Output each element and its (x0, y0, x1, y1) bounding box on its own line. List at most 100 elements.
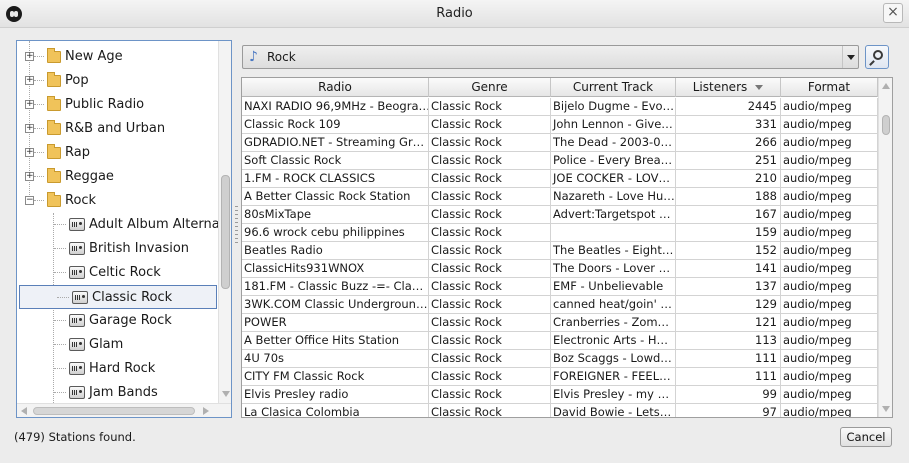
table-row[interactable]: A Better Classic Rock Station Classic Roc… (242, 188, 878, 206)
expander-icon[interactable]: + (25, 148, 34, 157)
scroll-up-arrow-icon[interactable] (882, 83, 890, 89)
expander-icon[interactable]: + (25, 124, 34, 133)
table-cell: 97 (676, 404, 781, 417)
cancel-button[interactable]: Cancel (840, 427, 892, 447)
tree-category[interactable]: + New Age (17, 45, 217, 69)
table-row[interactable]: 3WK.COM Classic Undergroun… Classic Rock c… (242, 296, 878, 314)
table-cell: 96.6 wrock cebu philippines (242, 224, 429, 241)
tree-category[interactable]: + Reggae (17, 165, 217, 189)
tree-scroll-thumb[interactable] (221, 175, 230, 289)
table-cell: 137 (676, 278, 781, 295)
table-cell: GDRADIO.NET - Streaming Gr… (242, 134, 429, 151)
scroll-down-arrow-icon[interactable] (222, 391, 230, 397)
table-row[interactable]: CITY FM Classic Rock Classic Rock FOREIGNE… (242, 368, 878, 386)
table-cell (551, 224, 676, 241)
pane-splitter[interactable] (235, 206, 238, 246)
tree-category[interactable]: + Rap (17, 141, 217, 165)
scroll-right-arrow-icon[interactable] (203, 407, 209, 415)
column-header[interactable]: Genre (429, 78, 551, 97)
genre-select[interactable]: ♪ Rock (242, 45, 859, 69)
column-header[interactable]: Current Track (551, 78, 676, 97)
tree-horizontal-scrollbar[interactable] (17, 403, 231, 417)
table-cell: 80sMixTape (242, 206, 429, 223)
table-row[interactable]: 1.FM - ROCK CLASSICS Classic Rock JOE COCK… (242, 170, 878, 188)
column-header[interactable]: Format (781, 78, 878, 97)
table-cell: Classic Rock (429, 368, 551, 385)
radio-station-icon (69, 338, 85, 351)
chevron-down-icon[interactable] (842, 46, 858, 68)
expander-icon[interactable]: + (25, 76, 34, 85)
table-cell: Classic Rock (429, 134, 551, 151)
table-cell: audio/mpeg (781, 296, 878, 313)
table-cell: Classic Rock (429, 278, 551, 295)
expander-icon[interactable]: + (25, 172, 34, 181)
tree-genre-item[interactable]: British Invasion (17, 237, 217, 261)
table-scroll-thumb[interactable] (882, 115, 890, 135)
tree-genre-label: Garage Rock (89, 313, 172, 328)
table-cell: audio/mpeg (781, 98, 878, 115)
table-cell: Classic Rock 109 (242, 116, 429, 133)
table-cell: Classic Rock (429, 98, 551, 115)
table-row[interactable]: NAXI RADIO 96,9MHz - Beogra… Classic Rock… (242, 98, 878, 116)
table-row[interactable]: 96.6 wrock cebu philippines Classic Rock 1… (242, 224, 878, 242)
table-row[interactable]: POWER Classic Rock Cranberries - Zom… 121 au… (242, 314, 878, 332)
stations-table[interactable]: Radio Genre Current Track Listeners Format N… (241, 77, 893, 418)
table-row[interactable]: A Better Office Hits Station Classic Rock… (242, 332, 878, 350)
table-cell: Classic Rock (429, 260, 551, 277)
tree-hscroll-thumb[interactable] (33, 407, 195, 415)
expander-icon[interactable]: + (25, 52, 34, 61)
tree-category[interactable]: + R&B and Urban (17, 117, 217, 141)
search-button[interactable] (865, 45, 889, 69)
table-row[interactable]: La Clasica Colombia Classic Rock David Bow… (242, 404, 878, 417)
table-cell: audio/mpeg (781, 404, 878, 417)
table-cell: Classic Rock (429, 386, 551, 403)
table-cell: audio/mpeg (781, 224, 878, 241)
tree-genre-label: Glam (89, 337, 124, 352)
expander-icon[interactable]: − (25, 196, 34, 205)
table-vertical-scrollbar[interactable] (878, 78, 892, 417)
table-row[interactable]: Beatles Radio Classic Rock The Beatles - E… (242, 242, 878, 260)
table-row[interactable]: Classic Rock 109 Classic Rock John Lennon … (242, 116, 878, 134)
table-cell: Classic Rock (429, 206, 551, 223)
table-row[interactable]: Soft Classic Rock Classic Rock Police - Ev… (242, 152, 878, 170)
table-cell: 167 (676, 206, 781, 223)
tree-category[interactable]: + Public Radio (17, 93, 217, 117)
table-row[interactable]: 4U 70s Classic Rock Boz Scaggs - Lowd… 111 a… (242, 350, 878, 368)
tree-genre-item[interactable]: Glam (17, 333, 217, 357)
expander-icon[interactable]: + (25, 100, 34, 109)
status-text: (479) Stations found. (14, 430, 136, 444)
tree-genre-item[interactable]: Garage Rock (17, 309, 217, 333)
table-cell: 152 (676, 242, 781, 259)
close-button[interactable]: × (883, 3, 903, 23)
table-cell: Classic Rock (429, 404, 551, 417)
tree-category[interactable]: − Rock (17, 189, 217, 213)
column-header[interactable]: Listeners (676, 78, 781, 97)
column-header-label: Radio (318, 80, 352, 94)
table-cell: 3WK.COM Classic Undergroun… (244, 296, 429, 313)
column-header[interactable]: Radio (242, 78, 429, 97)
table-row[interactable]: 80sMixTape Classic Rock Advert:Targetspot … (242, 206, 878, 224)
genre-tree[interactable]: + New Age + Pop + Public Radio + R&B and Urban +… (16, 40, 232, 418)
table-cell: Classic Rock (429, 242, 551, 259)
table-row[interactable]: Elvis Presley radio Classic Rock Elvis Pre… (242, 386, 878, 404)
radio-station-icon (69, 362, 85, 375)
tree-genre-item[interactable]: Adult Album Alternat (17, 213, 225, 237)
table-row[interactable]: 181.FM - Classic Buzz -=- Cla… Classic Ro… (242, 278, 878, 296)
scroll-left-arrow-icon[interactable] (21, 407, 27, 415)
table-cell: A Better Classic Rock Station (242, 188, 429, 205)
table-cell: 1.FM - ROCK CLASSICS (242, 170, 429, 187)
table-cell: 2445 (676, 98, 781, 115)
table-row[interactable]: GDRADIO.NET - Streaming Gr… Classic Rock T… (242, 134, 878, 152)
table-cell: Beatles Radio (242, 242, 429, 259)
table-cell: FOREIGNER - FEEL… (551, 368, 676, 385)
tree-genre-item[interactable]: Classic Rock (19, 285, 217, 309)
tree-category[interactable]: + Pop (17, 69, 217, 93)
tree-genre-item[interactable]: Celtic Rock (17, 261, 217, 285)
tree-genre-item[interactable]: Hard Rock (17, 357, 217, 381)
table-row[interactable]: ClassicHits931WNOX Classic Rock The Doors … (242, 260, 878, 278)
scroll-down-arrow-icon[interactable] (882, 406, 890, 412)
tree-genre-item[interactable]: Jam Bands (17, 381, 217, 405)
table-cell: NAXI RADIO 96,9MHz - Beogra… (244, 98, 429, 115)
tree-vertical-scrollbar[interactable] (218, 41, 231, 403)
tree-genre-label: Jam Bands (89, 385, 158, 400)
